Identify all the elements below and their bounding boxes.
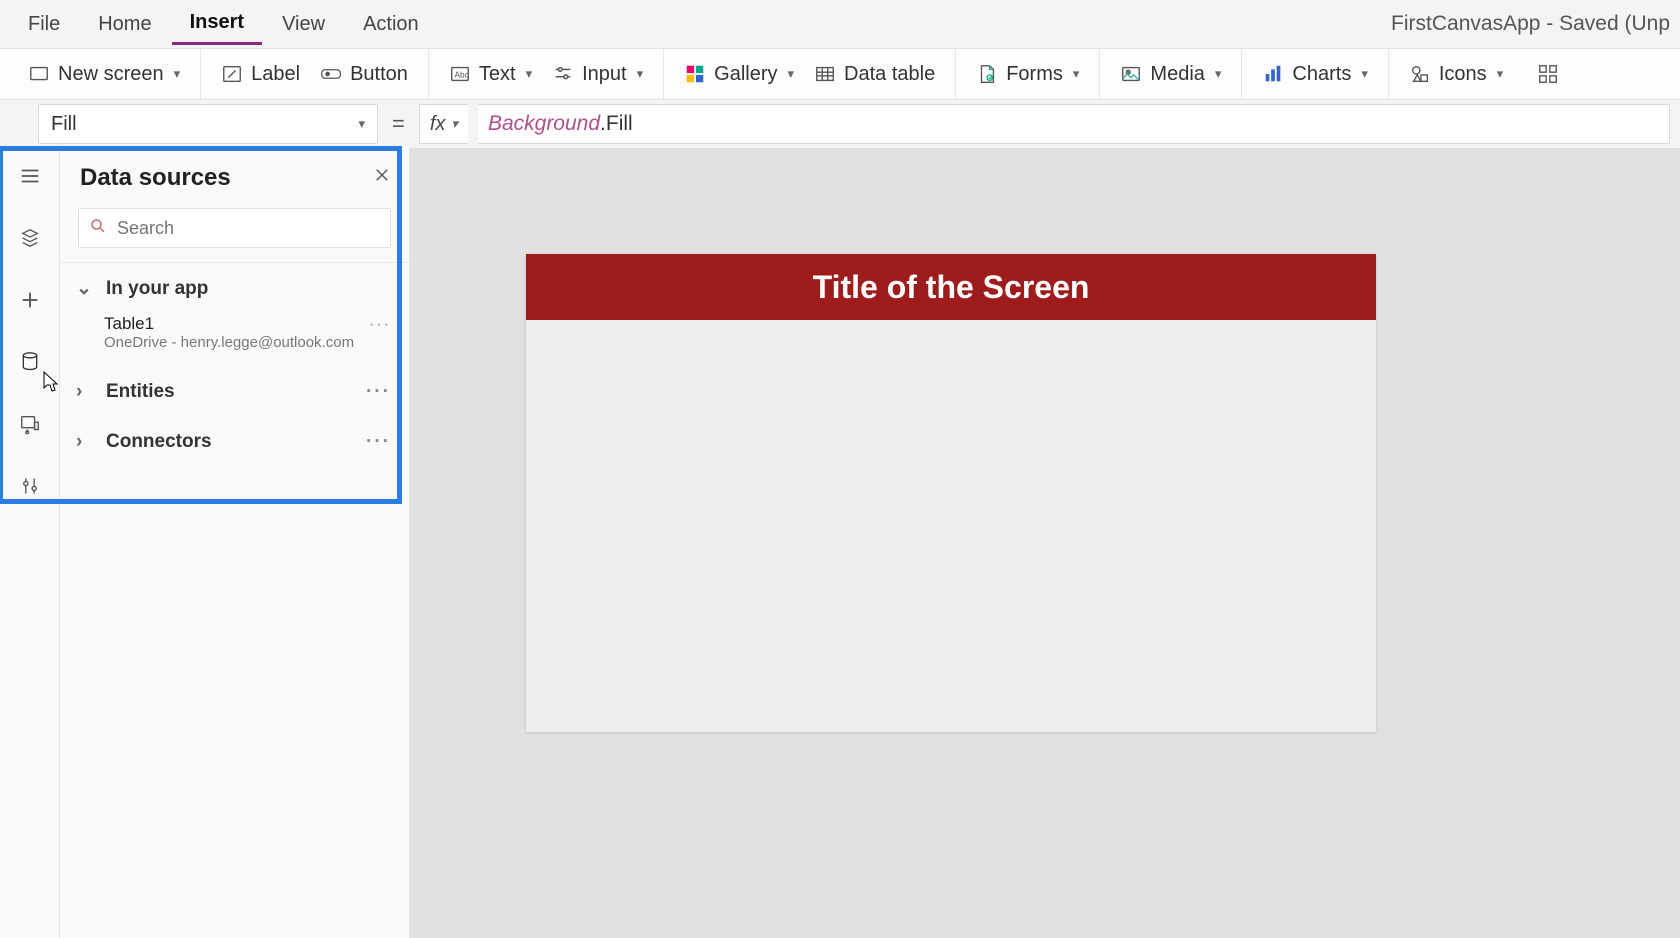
media-button[interactable]: Media ▾ [1114, 59, 1227, 90]
chevron-down-icon: ▾ [526, 66, 533, 82]
menu-home[interactable]: Home [80, 5, 169, 44]
data-table-button[interactable]: Data table [808, 59, 941, 90]
grid-addin-icon [1537, 63, 1559, 85]
rail-advanced-button[interactable] [16, 472, 44, 500]
data-sources-tree: ⌄ In your app Table1 OneDrive - henry.le… [60, 262, 409, 467]
formula-token-object: Background [488, 112, 600, 136]
data-table-label: Data table [844, 63, 935, 86]
more-options-button[interactable]: ··· [366, 381, 391, 403]
chevron-down-icon: ▾ [451, 116, 458, 132]
text-label: Text [479, 63, 516, 86]
new-screen-label: New screen [58, 63, 164, 86]
panel-search-box[interactable] [78, 208, 391, 248]
section-entities[interactable]: › Entities ··· [60, 367, 409, 417]
section-in-your-app[interactable]: ⌄ In your app [60, 263, 409, 314]
chevron-down-icon: ▾ [637, 66, 644, 82]
screen-title-label: Title of the Screen [813, 269, 1090, 306]
section-label: In your app [106, 278, 208, 300]
section-connectors[interactable]: › Connectors ··· [60, 417, 409, 467]
canvas-area[interactable]: Title of the Screen [410, 148, 1680, 938]
data-source-name: Table1 [104, 314, 354, 334]
chevron-down-icon: ▾ [1215, 66, 1222, 82]
formula-input[interactable]: Background.Fill [478, 104, 1670, 144]
text-icon: Abc [449, 63, 471, 85]
media-label: Media [1150, 63, 1204, 86]
charts-button[interactable]: Charts ▾ [1256, 59, 1373, 90]
panel-title: Data sources [80, 164, 231, 192]
formula-bar: Fill ▾ = fx ▾ Background.Fill [0, 100, 1680, 148]
label-button[interactable]: Label [215, 59, 306, 90]
forms-icon [976, 63, 998, 85]
data-source-item[interactable]: Table1 OneDrive - henry.legge@outlook.co… [60, 314, 409, 367]
search-icon [89, 217, 107, 240]
fx-button[interactable]: fx ▾ [419, 104, 468, 144]
chevron-down-icon: ▾ [174, 66, 181, 82]
menu-view[interactable]: View [264, 5, 343, 44]
text-button[interactable]: Abc Text ▾ [443, 59, 538, 90]
equals-sign: = [388, 111, 409, 137]
rail-media-button[interactable] [16, 410, 44, 438]
input-label: Input [582, 63, 626, 86]
chevron-down-icon: ▾ [1361, 66, 1368, 82]
svg-text:Abc: Abc [454, 71, 468, 80]
rail-tree-view-button[interactable] [16, 224, 44, 252]
gallery-icon [684, 63, 706, 85]
app-screen[interactable]: Title of the Screen [526, 254, 1376, 732]
screen-icon [28, 63, 50, 85]
property-name: Fill [51, 113, 77, 136]
button-label: Button [350, 63, 408, 86]
section-label: Connectors [106, 431, 212, 453]
section-label: Entities [106, 381, 175, 403]
label-label: Label [251, 63, 300, 86]
menu-action[interactable]: Action [345, 5, 437, 44]
chevron-down-icon: ⌄ [76, 277, 92, 300]
input-sliders-icon [552, 63, 574, 85]
app-title: FirstCanvasApp - Saved (Unp [1391, 12, 1670, 36]
icons-label: Icons [1439, 63, 1487, 86]
rail-hamburger-button[interactable] [16, 162, 44, 190]
chevron-down-icon: ▾ [358, 116, 365, 132]
rail-data-button[interactable] [16, 348, 44, 376]
gallery-label: Gallery [714, 63, 777, 86]
more-options-button[interactable]: ··· [366, 431, 391, 453]
forms-label: Forms [1006, 63, 1063, 86]
rail-insert-button[interactable] [16, 286, 44, 314]
chevron-down-icon: ▾ [1073, 66, 1080, 82]
menu-bar: File Home Insert View Action FirstCanvas… [0, 0, 1680, 48]
screen-header[interactable]: Title of the Screen [526, 254, 1376, 320]
data-table-icon [814, 63, 836, 85]
more-options-button[interactable]: ··· [369, 314, 391, 334]
button-button[interactable]: Button [314, 59, 414, 90]
property-selector[interactable]: Fill ▾ [38, 104, 378, 144]
forms-button[interactable]: Forms ▾ [970, 59, 1085, 90]
input-button[interactable]: Input ▾ [546, 59, 649, 90]
panel-search-input[interactable] [117, 218, 380, 239]
label-edit-icon [221, 63, 243, 85]
panel-close-button[interactable] [373, 166, 391, 190]
addins-button[interactable] [1531, 59, 1565, 89]
new-screen-button[interactable]: New screen ▾ [22, 59, 186, 90]
chevron-right-icon: › [76, 431, 92, 453]
button-icon [320, 63, 342, 85]
icons-icon [1409, 63, 1431, 85]
charts-label: Charts [1292, 63, 1351, 86]
media-icon [1120, 63, 1142, 85]
icons-button[interactable]: Icons ▾ [1403, 59, 1509, 90]
workspace: Data sources ⌄ In your app Table1 OneDri… [0, 148, 1680, 938]
chevron-down-icon: ▾ [788, 66, 795, 82]
gallery-button[interactable]: Gallery ▾ [678, 59, 800, 90]
menu-insert[interactable]: Insert [172, 3, 262, 45]
left-rail [0, 148, 60, 938]
insert-ribbon: New screen ▾ Label Button Abc Text ▾ [0, 48, 1680, 100]
charts-icon [1262, 63, 1284, 85]
chevron-down-icon: ▾ [1497, 66, 1504, 82]
data-source-detail: OneDrive - henry.legge@outlook.com [104, 334, 354, 351]
chevron-right-icon: › [76, 381, 92, 403]
menu-file[interactable]: File [10, 5, 78, 44]
formula-token-property: .Fill [600, 112, 633, 136]
data-sources-panel: Data sources ⌄ In your app Table1 OneDri… [60, 148, 410, 938]
fx-label: fx [430, 113, 446, 136]
